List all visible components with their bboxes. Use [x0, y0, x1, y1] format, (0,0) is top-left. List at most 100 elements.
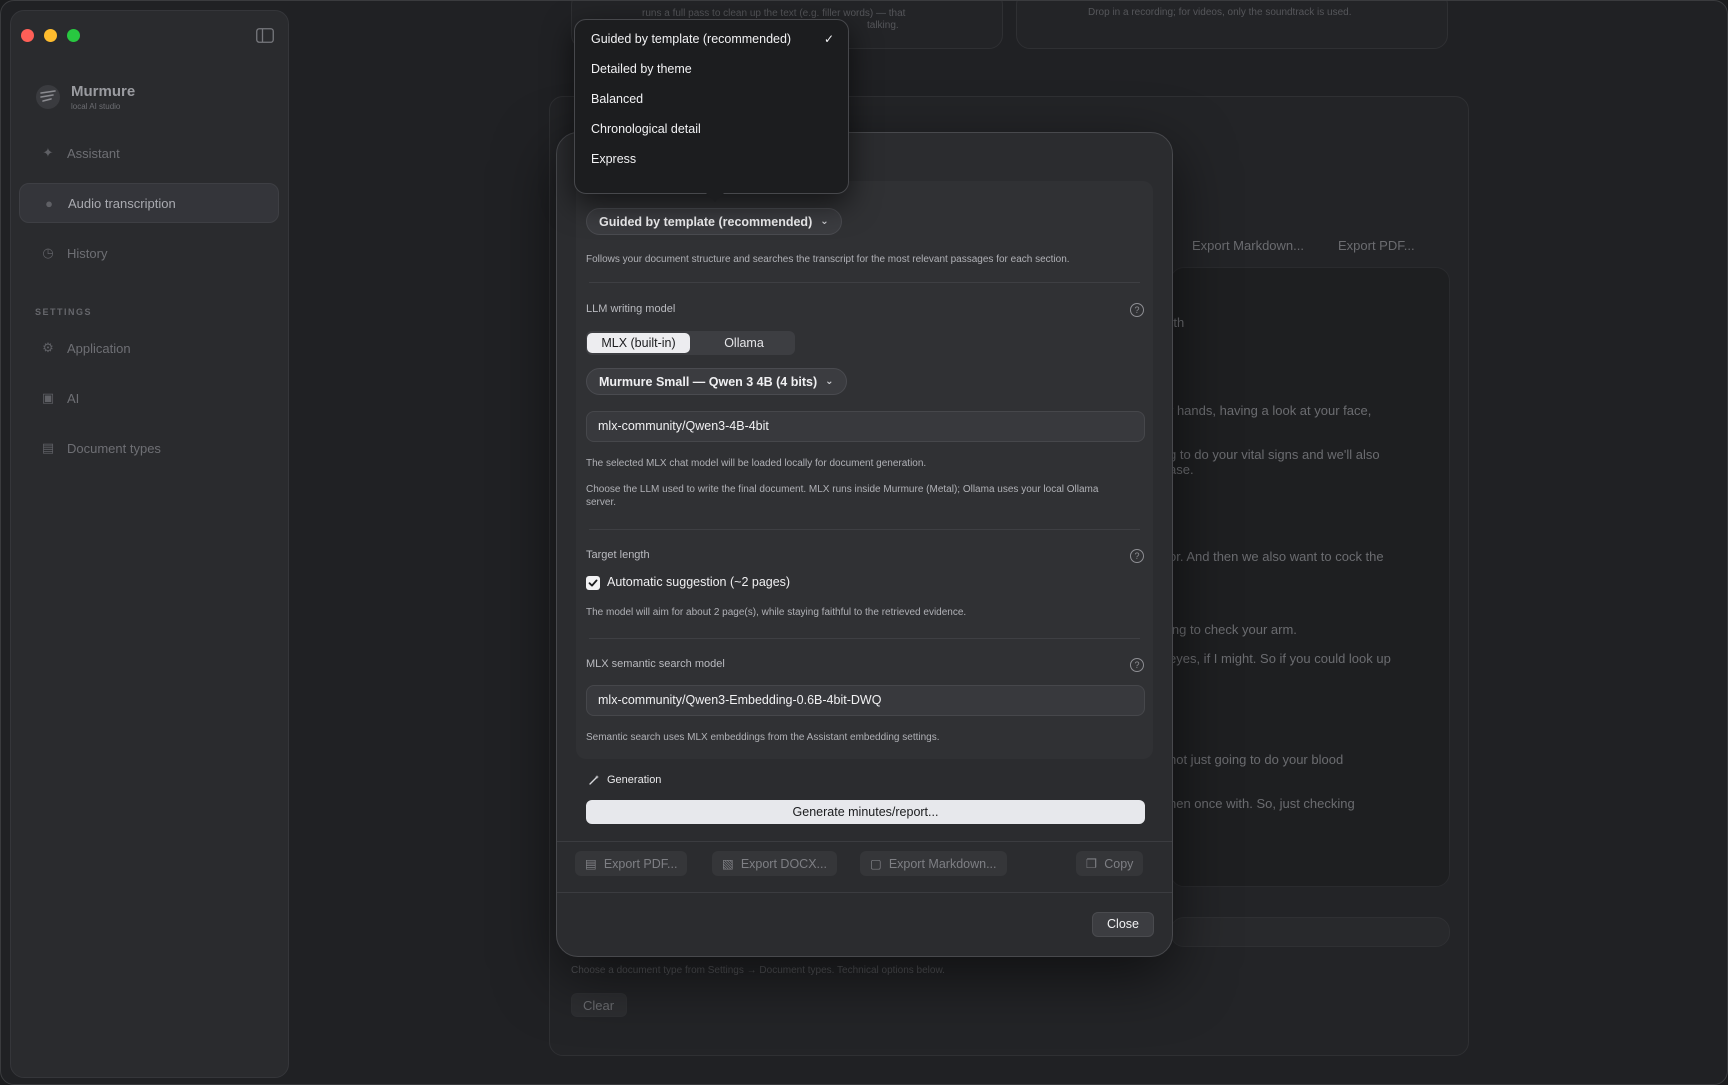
menu-item-guided-by-template[interactable]: Guided by template (recommended) — [591, 32, 791, 46]
menu-item-detailed-by-theme[interactable]: Detailed by theme — [591, 62, 692, 76]
sidebar-item-assistant[interactable]: ✦ Assistant — [19, 133, 279, 173]
model-id-field[interactable]: mlx-community/Qwen3-4B-4bit — [586, 411, 1145, 442]
app-window: Murmure local AI studio ✦ Assistant ● Au… — [0, 0, 1728, 1085]
sidebar-item-label: History — [67, 245, 108, 261]
sidebar-item-history[interactable]: ◷ History — [19, 233, 279, 273]
markdown-file-icon: ▢ — [870, 857, 882, 871]
menu-item-balanced[interactable]: Balanced — [591, 92, 643, 106]
export-pdf-label: Export PDF... — [603, 856, 678, 871]
document-icon: ▤ — [41, 440, 55, 455]
model-select-value: Murmure Small — Qwen 3 4B (4 bits) — [599, 374, 818, 389]
auto-suggest-label[interactable]: Automatic suggestion (~2 pages) — [607, 575, 790, 589]
magic-wand-icon — [589, 775, 599, 785]
sidebar-item-label: Document types — [67, 440, 161, 456]
export-docx-label: Export DOCX... — [740, 856, 827, 871]
menu-pointer — [706, 193, 724, 202]
sidebar-item-label: Assistant — [67, 145, 120, 161]
export-pdf-bg[interactable]: Export PDF... — [1338, 238, 1415, 253]
sidebar-item-ai[interactable]: ▣ AI — [19, 378, 279, 418]
clock-icon: ◷ — [42, 245, 54, 260]
checkmark-icon: ✓ — [824, 32, 835, 46]
waveform-icon: ● — [45, 195, 53, 211]
transcript-line: or. And then we also want to cock the — [1169, 549, 1384, 564]
sidebar-toggle-icon[interactable] — [256, 28, 274, 43]
settings-heading: SETTINGS — [35, 307, 93, 317]
copy-label: Copy — [1104, 856, 1134, 871]
export-docx-button[interactable]: ▧ Export DOCX... — [712, 851, 837, 876]
engine-option-ollama[interactable]: Ollama — [694, 333, 794, 353]
brand: Murmure local AI studio — [35, 83, 135, 111]
sidebar-item-audio-transcription[interactable]: ● Audio transcription — [19, 183, 279, 223]
strategy-select[interactable]: Guided by template (recommended) ⌄ — [586, 208, 842, 235]
llm-model-label: LLM writing model — [586, 303, 676, 315]
divider — [557, 841, 1172, 842]
transcript-line: eyes, if I might. So if you could look u… — [1169, 651, 1391, 666]
search-model-field[interactable]: mlx-community/Qwen3-Embedding-0.6B-4bit-… — [586, 685, 1145, 716]
help-icon[interactable]: ? — [1130, 303, 1144, 317]
menu-item-chronological-detail[interactable]: Chronological detail — [591, 122, 701, 136]
engine-option-mlx[interactable]: MLX (built-in) — [587, 333, 690, 353]
generation-label: Generation — [607, 774, 662, 786]
semantic-search-label: MLX semantic search model — [586, 658, 725, 670]
progress-track — [1170, 917, 1450, 947]
sidebar-item-application[interactable]: ⚙ Application — [19, 328, 279, 368]
strategy-dropdown-menu: Guided by template (recommended) ✓ Detai… — [574, 19, 849, 194]
checkmark-icon — [588, 579, 598, 587]
generate-report-button[interactable]: Generate minutes/report... — [586, 800, 1145, 824]
minimize-window-button[interactable] — [44, 29, 57, 42]
transcript-line: g to do your vital signs and we'll also — [1169, 447, 1380, 462]
target-length-label: Target length — [586, 549, 650, 561]
copy-icon: ❐ — [1086, 857, 1098, 871]
help-icon[interactable]: ? — [1130, 549, 1144, 563]
pdf-file-icon: ▤ — [585, 857, 597, 871]
divider — [589, 529, 1140, 530]
transcript-line: r hands, having a look at your face, — [1169, 403, 1372, 418]
murmure-logo-icon — [36, 85, 60, 109]
brand-name: Murmure — [71, 83, 136, 100]
export-pdf-button[interactable]: ▤ Export PDF... — [575, 851, 688, 876]
drop-zone-text: Drop in a recording; for videos, only th… — [1088, 7, 1352, 18]
export-markdown-button[interactable]: ▢ Export Markdown... — [860, 851, 1007, 876]
sidebar-item-label: AI — [67, 390, 80, 406]
drop-zone-card[interactable]: Drop in a recording; for videos, only th… — [1016, 1, 1448, 49]
gear-icon: ⚙ — [42, 340, 54, 355]
transcript-view: rth r hands, having a look at your face,… — [1169, 267, 1450, 887]
transcript-line: hen once with. So, just checking — [1169, 796, 1355, 811]
strategy-description: Follows your document structure and sear… — [586, 254, 1070, 265]
divider — [557, 892, 1172, 893]
menu-item-express[interactable]: Express — [591, 152, 636, 166]
copy-button[interactable]: ❐ Copy — [1076, 851, 1144, 876]
mode-card-text: talking. — [867, 20, 899, 31]
close-button[interactable]: Close — [1092, 912, 1154, 937]
chevron-down-icon: ⌄ — [820, 216, 829, 227]
target-length-description: The model will aim for about 2 page(s), … — [586, 607, 967, 618]
mode-card-text: runs a full pass to clean up the text (e… — [642, 8, 906, 19]
sparkle-icon: ✦ — [42, 145, 54, 160]
semantic-search-description: Semantic search uses MLX embeddings from… — [586, 732, 940, 743]
auto-suggest-checkbox[interactable] — [586, 576, 600, 590]
transcript-line: not just going to do your blood — [1169, 752, 1344, 767]
sidebar-item-label: Application — [67, 340, 131, 356]
sidebar: Murmure local AI studio ✦ Assistant ● Au… — [10, 10, 289, 1078]
clear-button-label: Clear — [583, 998, 615, 1013]
help-icon[interactable]: ? — [1130, 658, 1144, 672]
sidebar-item-document-types[interactable]: ▤ Document types — [19, 428, 279, 468]
clear-button[interactable]: Clear — [571, 993, 627, 1017]
llm-description: Choose the LLM used to write the final d… — [586, 484, 1099, 508]
options-panel — [576, 181, 1153, 759]
strategy-select-value: Guided by template (recommended) — [599, 214, 813, 229]
export-markdown-label: Export Markdown... — [888, 856, 997, 871]
brand-tagline: local AI studio — [71, 102, 121, 111]
zoom-window-button[interactable] — [67, 29, 80, 42]
divider — [589, 638, 1140, 639]
model-note: The selected MLX chat model will be load… — [586, 458, 927, 469]
settings-hint: Choose a document type from Settings → D… — [571, 965, 945, 976]
export-markdown-bg[interactable]: Export Markdown... — [1192, 238, 1304, 253]
docx-file-icon: ▧ — [722, 857, 734, 871]
sidebar-item-label: Audio transcription — [68, 195, 176, 211]
close-window-button[interactable] — [21, 29, 34, 42]
generation-dialog: Guided by template (recommended) ⌄ Follo… — [556, 132, 1173, 957]
model-select[interactable]: Murmure Small — Qwen 3 4B (4 bits) ⌄ — [586, 368, 847, 395]
divider — [589, 282, 1140, 283]
chip-icon: ▣ — [41, 390, 55, 405]
